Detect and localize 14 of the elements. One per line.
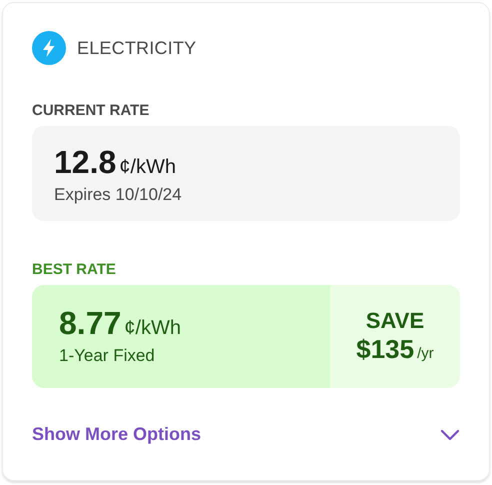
rate-value: 12.8	[54, 144, 116, 181]
savings-period: /yr	[417, 345, 434, 362]
rate-unit: ¢/kWh	[119, 156, 176, 179]
current-rate-label: CURRENT RATE	[32, 102, 150, 119]
rate-unit: ¢/kWh	[124, 317, 181, 340]
best-rate-label: BEST RATE	[32, 261, 116, 278]
rate-value: 8.77	[59, 305, 122, 342]
savings-amount: $135	[356, 334, 414, 365]
expiry-date: Expires 10/10/24	[54, 185, 183, 205]
plan-type: 1-Year Fixed	[59, 346, 156, 366]
save-label: SAVE	[366, 308, 424, 334]
category-title: ELECTRICITY	[77, 38, 196, 58]
lightning-icon	[32, 31, 66, 65]
show-more-button[interactable]: Show More Options	[32, 424, 460, 445]
